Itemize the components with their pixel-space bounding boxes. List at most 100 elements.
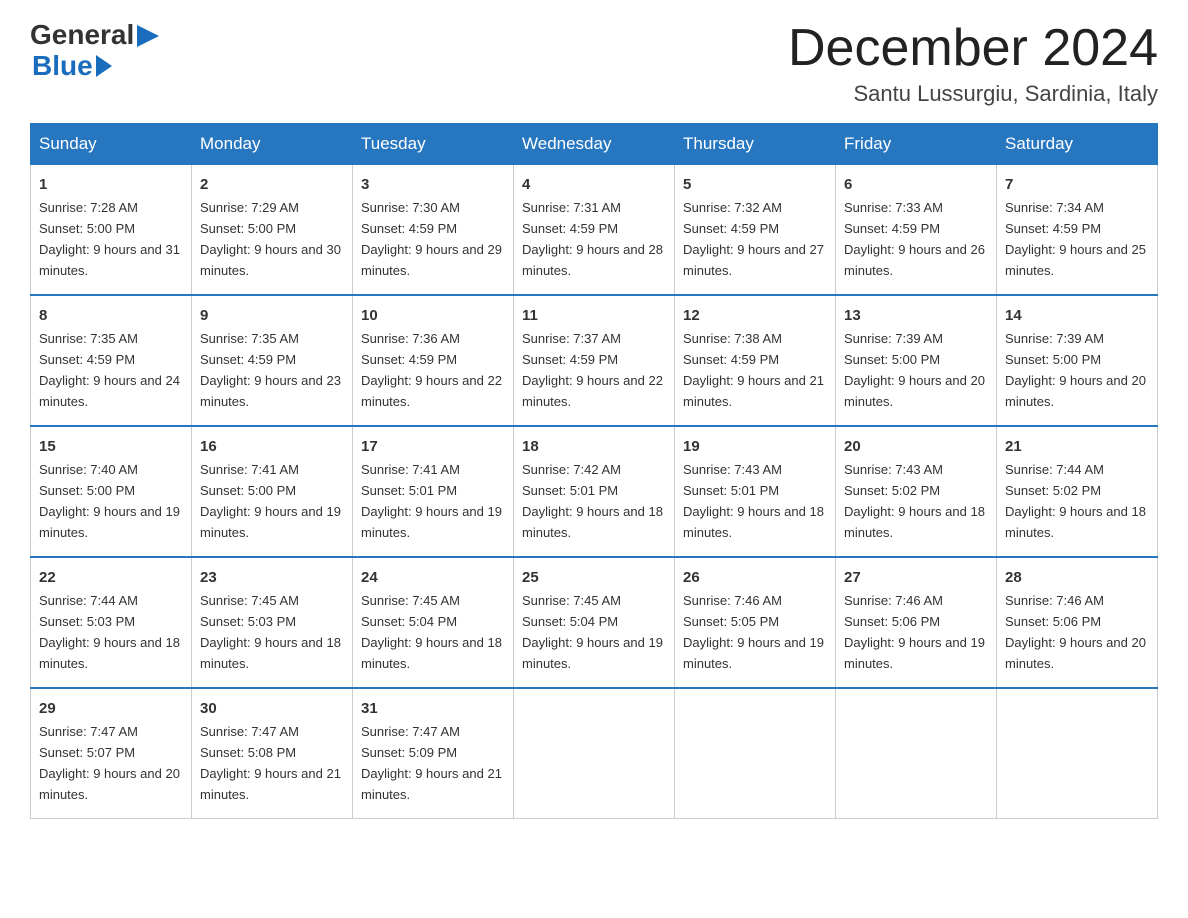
day-number: 3 xyxy=(361,173,505,196)
day-info: Sunrise: 7:46 AMSunset: 5:06 PMDaylight:… xyxy=(844,593,985,671)
day-info: Sunrise: 7:45 AMSunset: 5:03 PMDaylight:… xyxy=(200,593,341,671)
day-number: 26 xyxy=(683,566,827,589)
table-row: 10Sunrise: 7:36 AMSunset: 4:59 PMDayligh… xyxy=(353,295,514,426)
day-number: 4 xyxy=(522,173,666,196)
table-row: 1 Sunrise: 7:28 AMSunset: 5:00 PMDaylight… xyxy=(31,165,192,295)
day-info: Sunrise: 7:38 AMSunset: 4:59 PMDaylight:… xyxy=(683,331,824,409)
day-info: Sunrise: 7:47 AMSunset: 5:09 PMDaylight:… xyxy=(361,724,502,802)
day-info: Sunrise: 7:47 AMSunset: 5:08 PMDaylight:… xyxy=(200,724,341,802)
day-info: Sunrise: 7:43 AMSunset: 5:01 PMDaylight:… xyxy=(683,462,824,540)
day-number: 2 xyxy=(200,173,344,196)
table-row: 6Sunrise: 7:33 AMSunset: 4:59 PMDaylight… xyxy=(836,165,997,295)
page-header: General Blue December 2024 Santu Lussurg… xyxy=(30,20,1158,107)
day-number: 27 xyxy=(844,566,988,589)
day-info: Sunrise: 7:30 AMSunset: 4:59 PMDaylight:… xyxy=(361,200,502,278)
table-row: 22 Sunrise: 7:44 AMSunset: 5:03 PMDayligh… xyxy=(31,557,192,688)
table-row: 17 Sunrise: 7:41 AMSunset: 5:01 PMDayligh… xyxy=(353,426,514,557)
day-info: Sunrise: 7:44 AMSunset: 5:02 PMDaylight:… xyxy=(1005,462,1146,540)
table-row: 20 Sunrise: 7:43 AMSunset: 5:02 PMDayligh… xyxy=(836,426,997,557)
month-title: December 2024 xyxy=(788,20,1158,77)
table-row: 15 Sunrise: 7:40 AMSunset: 5:00 PMDayligh… xyxy=(31,426,192,557)
table-row: 14 Sunrise: 7:39 AMSunset: 5:00 PMDayligh… xyxy=(997,295,1158,426)
day-number: 16 xyxy=(200,435,344,458)
day-number: 24 xyxy=(361,566,505,589)
table-row: 9 Sunrise: 7:35 AMSunset: 4:59 PMDaylight… xyxy=(192,295,353,426)
day-info: Sunrise: 7:29 AMSunset: 5:00 PMDaylight:… xyxy=(200,200,341,278)
day-number: 10 xyxy=(361,304,505,327)
day-info: Sunrise: 7:31 AMSunset: 4:59 PMDaylight:… xyxy=(522,200,663,278)
table-row xyxy=(836,688,997,818)
day-number: 30 xyxy=(200,697,344,720)
table-row xyxy=(675,688,836,818)
day-number: 20 xyxy=(844,435,988,458)
table-row: 29 Sunrise: 7:47 AMSunset: 5:07 PMDayligh… xyxy=(31,688,192,818)
day-info: Sunrise: 7:28 AMSunset: 5:00 PMDaylight:… xyxy=(39,200,180,278)
logo-blue-text: Blue xyxy=(32,51,93,82)
calendar-row-1: 1 Sunrise: 7:28 AMSunset: 5:00 PMDaylight… xyxy=(31,165,1158,295)
day-info: Sunrise: 7:46 AMSunset: 5:06 PMDaylight:… xyxy=(1005,593,1146,671)
day-number: 9 xyxy=(200,304,344,327)
day-number: 21 xyxy=(1005,435,1149,458)
day-info: Sunrise: 7:47 AMSunset: 5:07 PMDaylight:… xyxy=(39,724,180,802)
day-number: 7 xyxy=(1005,173,1149,196)
table-row: 23 Sunrise: 7:45 AMSunset: 5:03 PMDayligh… xyxy=(192,557,353,688)
table-row: 25Sunrise: 7:45 AMSunset: 5:04 PMDayligh… xyxy=(514,557,675,688)
table-row: 12 Sunrise: 7:38 AMSunset: 4:59 PMDayligh… xyxy=(675,295,836,426)
table-row: 18 Sunrise: 7:42 AMSunset: 5:01 PMDayligh… xyxy=(514,426,675,557)
day-number: 22 xyxy=(39,566,183,589)
table-row: 3 Sunrise: 7:30 AMSunset: 4:59 PMDaylight… xyxy=(353,165,514,295)
day-number: 18 xyxy=(522,435,666,458)
day-info: Sunrise: 7:41 AMSunset: 5:00 PMDaylight:… xyxy=(200,462,341,540)
day-number: 14 xyxy=(1005,304,1149,327)
table-row: 27 Sunrise: 7:46 AMSunset: 5:06 PMDayligh… xyxy=(836,557,997,688)
day-number: 19 xyxy=(683,435,827,458)
col-friday: Friday xyxy=(836,124,997,165)
col-monday: Monday xyxy=(192,124,353,165)
table-row: 5 Sunrise: 7:32 AMSunset: 4:59 PMDaylight… xyxy=(675,165,836,295)
day-number: 15 xyxy=(39,435,183,458)
day-number: 31 xyxy=(361,697,505,720)
day-number: 12 xyxy=(683,304,827,327)
day-info: Sunrise: 7:43 AMSunset: 5:02 PMDaylight:… xyxy=(844,462,985,540)
table-row xyxy=(997,688,1158,818)
day-info: Sunrise: 7:39 AMSunset: 5:00 PMDaylight:… xyxy=(1005,331,1146,409)
table-row: 13 Sunrise: 7:39 AMSunset: 5:00 PMDayligh… xyxy=(836,295,997,426)
table-row: 16 Sunrise: 7:41 AMSunset: 5:00 PMDayligh… xyxy=(192,426,353,557)
day-info: Sunrise: 7:42 AMSunset: 5:01 PMDaylight:… xyxy=(522,462,663,540)
calendar-row-5: 29 Sunrise: 7:47 AMSunset: 5:07 PMDayligh… xyxy=(31,688,1158,818)
day-number: 17 xyxy=(361,435,505,458)
table-row: 11Sunrise: 7:37 AMSunset: 4:59 PMDayligh… xyxy=(514,295,675,426)
day-info: Sunrise: 7:44 AMSunset: 5:03 PMDaylight:… xyxy=(39,593,180,671)
day-info: Sunrise: 7:40 AMSunset: 5:00 PMDaylight:… xyxy=(39,462,180,540)
calendar-row-3: 15 Sunrise: 7:40 AMSunset: 5:00 PMDayligh… xyxy=(31,426,1158,557)
day-number: 1 xyxy=(39,173,183,196)
day-info: Sunrise: 7:33 AMSunset: 4:59 PMDaylight:… xyxy=(844,200,985,278)
location: Santu Lussurgiu, Sardinia, Italy xyxy=(788,81,1158,107)
table-row: 7Sunrise: 7:34 AMSunset: 4:59 PMDaylight… xyxy=(997,165,1158,295)
day-number: 29 xyxy=(39,697,183,720)
calendar-row-2: 8 Sunrise: 7:35 AMSunset: 4:59 PMDaylight… xyxy=(31,295,1158,426)
day-number: 23 xyxy=(200,566,344,589)
day-number: 25 xyxy=(522,566,666,589)
day-info: Sunrise: 7:39 AMSunset: 5:00 PMDaylight:… xyxy=(844,331,985,409)
table-row: 31 Sunrise: 7:47 AMSunset: 5:09 PMDayligh… xyxy=(353,688,514,818)
day-info: Sunrise: 7:45 AMSunset: 5:04 PMDaylight:… xyxy=(361,593,502,671)
col-sunday: Sunday xyxy=(31,124,192,165)
day-number: 28 xyxy=(1005,566,1149,589)
day-info: Sunrise: 7:41 AMSunset: 5:01 PMDaylight:… xyxy=(361,462,502,540)
logo-arrow-icon xyxy=(137,25,159,47)
col-saturday: Saturday xyxy=(997,124,1158,165)
col-wednesday: Wednesday xyxy=(514,124,675,165)
table-row: 28 Sunrise: 7:46 AMSunset: 5:06 PMDayligh… xyxy=(997,557,1158,688)
table-row: 8 Sunrise: 7:35 AMSunset: 4:59 PMDaylight… xyxy=(31,295,192,426)
day-number: 8 xyxy=(39,304,183,327)
day-number: 5 xyxy=(683,173,827,196)
table-row: 21 Sunrise: 7:44 AMSunset: 5:02 PMDayligh… xyxy=(997,426,1158,557)
day-info: Sunrise: 7:35 AMSunset: 4:59 PMDaylight:… xyxy=(39,331,180,409)
col-tuesday: Tuesday xyxy=(353,124,514,165)
table-row: 19 Sunrise: 7:43 AMSunset: 5:01 PMDayligh… xyxy=(675,426,836,557)
day-number: 13 xyxy=(844,304,988,327)
day-info: Sunrise: 7:32 AMSunset: 4:59 PMDaylight:… xyxy=(683,200,824,278)
day-info: Sunrise: 7:35 AMSunset: 4:59 PMDaylight:… xyxy=(200,331,341,409)
table-row: 24 Sunrise: 7:45 AMSunset: 5:04 PMDayligh… xyxy=(353,557,514,688)
